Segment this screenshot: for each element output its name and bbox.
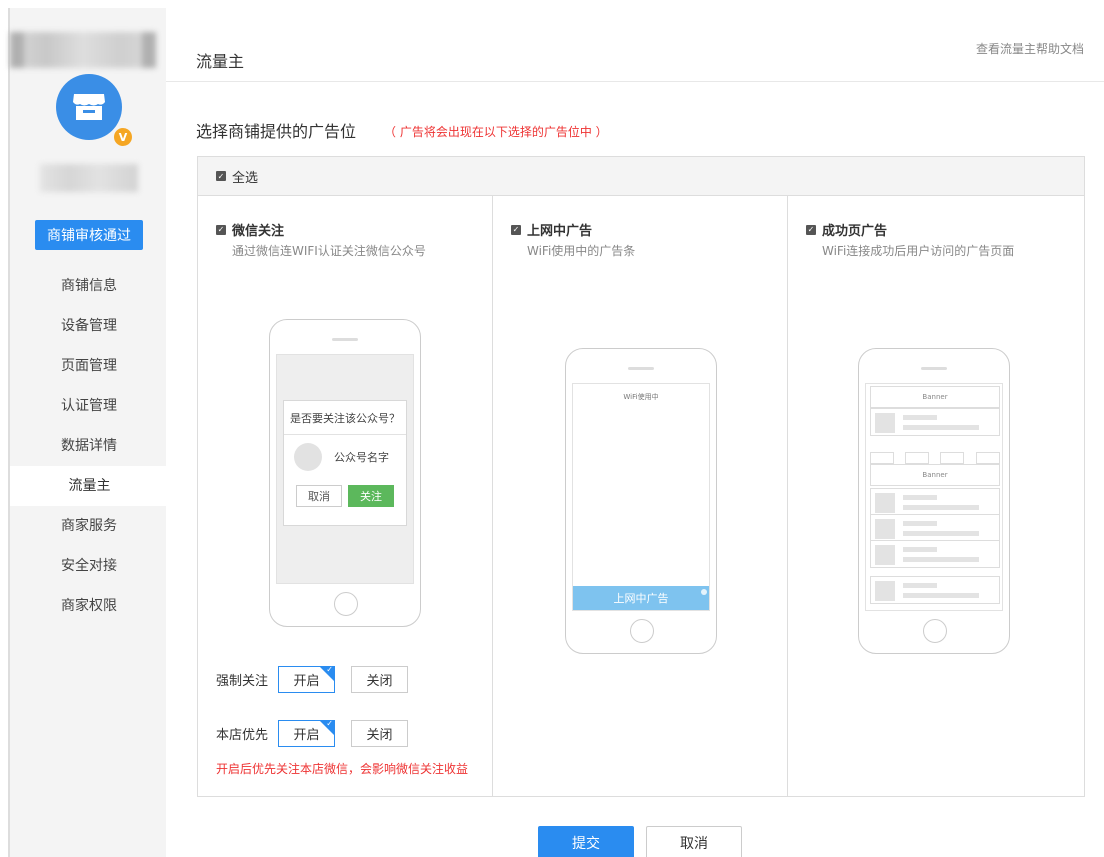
check-icon: ✓ bbox=[326, 719, 333, 728]
force-follow-off-label: 关闭 bbox=[366, 674, 393, 689]
select-all-row[interactable]: ✓ 全选 bbox=[198, 157, 1084, 196]
in-session-desc: WiFi使用中的广告条 bbox=[527, 244, 636, 258]
in-session-label: 上网中广告 bbox=[527, 224, 593, 239]
in-session-title[interactable]: ✓ 上网中广告 bbox=[511, 220, 592, 239]
phone-screen: 是否要关注该公众号？ 公众号名字 取消 关注 bbox=[276, 354, 414, 584]
phone-preview-wechat-follow: 是否要关注该公众号？ 公众号名字 取消 关注 bbox=[269, 319, 421, 627]
list-item bbox=[870, 576, 1000, 604]
account-avatar bbox=[294, 443, 322, 471]
shop-first-warning: 开启后优先关注本店微信，会影响微信关注收益 bbox=[216, 762, 469, 776]
list-item bbox=[870, 488, 1000, 516]
store-icon bbox=[73, 94, 105, 120]
sidebar-item-merchant-permissions[interactable]: 商家权限 bbox=[10, 586, 168, 626]
wechat-follow-title[interactable]: ✓ 微信关注 bbox=[216, 220, 284, 239]
shop-first-on-label: 开启 bbox=[293, 728, 320, 743]
ad-bar-label: 上网中广告 bbox=[613, 592, 669, 605]
section-hint: （ 广告将会出现在以下选择的广告位中 ） bbox=[384, 125, 608, 139]
shop-first-label: 本店优先 bbox=[216, 728, 269, 743]
select-all-label: 全选 bbox=[232, 170, 259, 186]
check-icon: ✓ bbox=[326, 665, 333, 674]
wechat-follow-checkbox[interactable]: ✓ bbox=[216, 224, 226, 235]
banner-block: Banner bbox=[870, 386, 1000, 408]
banner-label: Banner bbox=[922, 471, 948, 479]
phone-speaker bbox=[628, 367, 654, 370]
section-title: 选择商铺提供的广告位 bbox=[196, 122, 357, 141]
account-name: 公众号名字 bbox=[334, 451, 389, 464]
select-all-checkbox[interactable]: ✓ bbox=[216, 171, 226, 181]
ad-slot-success-page: ✓ 成功页广告 WiFi连接成功后用户访问的广告页面 Banner Banner bbox=[788, 196, 1084, 796]
ad-bar: 上网中广告 bbox=[573, 586, 709, 610]
sidebar-item-page-management[interactable]: 页面管理 bbox=[10, 346, 168, 386]
vip-badge: V bbox=[112, 126, 134, 148]
page-title: 流量主 bbox=[196, 52, 245, 71]
phone-preview-success-page: Banner Banner bbox=[858, 348, 1010, 654]
close-icon bbox=[701, 589, 707, 595]
success-page-desc: WiFi连接成功后用户访问的广告页面 bbox=[822, 244, 1015, 258]
sidebar: V 商铺审核通过 商铺信息 设备管理 页面管理 认证管理 数据详情 流量主 商家… bbox=[8, 8, 169, 857]
ad-slot-in-session: ✓ 上网中广告 WiFi使用中的广告条 WiFi使用中 上网中广告 bbox=[493, 196, 788, 796]
follow-question: 是否要关注该公众号？ bbox=[284, 401, 406, 435]
force-follow-label: 强制关注 bbox=[216, 674, 269, 689]
sidebar-item-data-details[interactable]: 数据详情 bbox=[10, 426, 168, 466]
phone-screen: Banner Banner bbox=[865, 383, 1003, 611]
account-row: 公众号名字 bbox=[284, 435, 406, 479]
sidebar-nav: 商铺信息 设备管理 页面管理 认证管理 数据详情 流量主 商家服务 安全对接 商… bbox=[10, 266, 169, 626]
sidebar-item-merchant-services[interactable]: 商家服务 bbox=[10, 506, 168, 546]
blurred-account-name bbox=[40, 164, 138, 192]
phone-home-button bbox=[334, 592, 358, 616]
list-item bbox=[870, 408, 1000, 436]
phone-home-button bbox=[923, 619, 947, 643]
sidebar-item-device-management[interactable]: 设备管理 bbox=[10, 306, 168, 346]
phone-preview-in-session: WiFi使用中 上网中广告 bbox=[565, 348, 717, 654]
sidebar-item-shop-info[interactable]: 商铺信息 bbox=[10, 266, 168, 306]
phone-screen: WiFi使用中 上网中广告 bbox=[572, 383, 710, 611]
wechat-follow-desc: 通过微信连WIFI认证关注微信公众号 bbox=[232, 244, 426, 258]
app-root: V 商铺审核通过 商铺信息 设备管理 页面管理 认证管理 数据详情 流量主 商家… bbox=[0, 0, 1104, 857]
dialog-follow-button: 关注 bbox=[348, 485, 394, 507]
success-page-label: 成功页广告 bbox=[822, 224, 888, 239]
sidebar-item-auth-management[interactable]: 认证管理 bbox=[10, 386, 168, 426]
shop-first-off-label: 关闭 bbox=[366, 728, 393, 743]
list-item bbox=[870, 540, 1000, 568]
force-follow-on-button[interactable]: 开启 ✓ bbox=[278, 665, 335, 693]
success-page-title[interactable]: ✓ 成功页广告 bbox=[806, 220, 887, 239]
cancel-button[interactable]: 取消 bbox=[646, 826, 742, 857]
phone-home-button bbox=[630, 619, 654, 643]
help-doc-link[interactable]: 查看流量主帮助文档 bbox=[976, 40, 1084, 57]
page-header: 流量主 查看流量主帮助文档 bbox=[166, 8, 1104, 82]
in-session-checkbox[interactable]: ✓ bbox=[511, 224, 521, 235]
ad-slot-columns: ✓ 微信关注 通过微信连WIFI认证关注微信公众号 是否要关注该公众号？ 公众号… bbox=[198, 196, 1084, 796]
audit-status-badge: 商铺审核通过 bbox=[35, 220, 143, 250]
shop-avatar[interactable] bbox=[56, 74, 122, 140]
sidebar-item-security-integration[interactable]: 安全对接 bbox=[10, 546, 168, 586]
shop-first-off-button[interactable]: 关闭 bbox=[351, 720, 408, 747]
force-follow-on-label: 开启 bbox=[293, 674, 320, 689]
ad-slot-wechat-follow: ✓ 微信关注 通过微信连WIFI认证关注微信公众号 是否要关注该公众号？ 公众号… bbox=[198, 196, 493, 796]
banner-block: Banner bbox=[870, 464, 1000, 486]
wechat-follow-label: 微信关注 bbox=[232, 224, 285, 239]
dialog-cancel-button: 取消 bbox=[296, 485, 342, 507]
tile-row bbox=[870, 452, 1000, 464]
blurred-shop-name bbox=[10, 32, 156, 68]
phone-speaker bbox=[332, 338, 358, 341]
force-follow-off-button[interactable]: 关闭 bbox=[351, 666, 408, 693]
ad-slot-panel: ✓ 全选 ✓ 微信关注 通过微信连WIFI认证关注微信公众号 是否要关注该公众号… bbox=[197, 156, 1085, 797]
banner-label: Banner bbox=[922, 393, 948, 401]
phone-speaker bbox=[921, 367, 947, 370]
submit-button[interactable]: 提交 bbox=[538, 826, 634, 857]
shop-first-row: 本店优先 开启 ✓ 关闭 bbox=[216, 719, 424, 747]
screen-label: WiFi使用中 bbox=[623, 393, 659, 401]
dialog-buttons: 取消 关注 bbox=[284, 485, 406, 507]
follow-dialog: 是否要关注该公众号？ 公众号名字 取消 关注 bbox=[283, 400, 407, 526]
shop-first-on-button[interactable]: 开启 ✓ bbox=[278, 719, 335, 747]
sidebar-item-traffic-owner[interactable]: 流量主 bbox=[10, 466, 169, 506]
force-follow-row: 强制关注 开启 ✓ 关闭 bbox=[216, 665, 424, 693]
list-item bbox=[870, 514, 1000, 542]
success-page-checkbox[interactable]: ✓ bbox=[806, 224, 816, 235]
